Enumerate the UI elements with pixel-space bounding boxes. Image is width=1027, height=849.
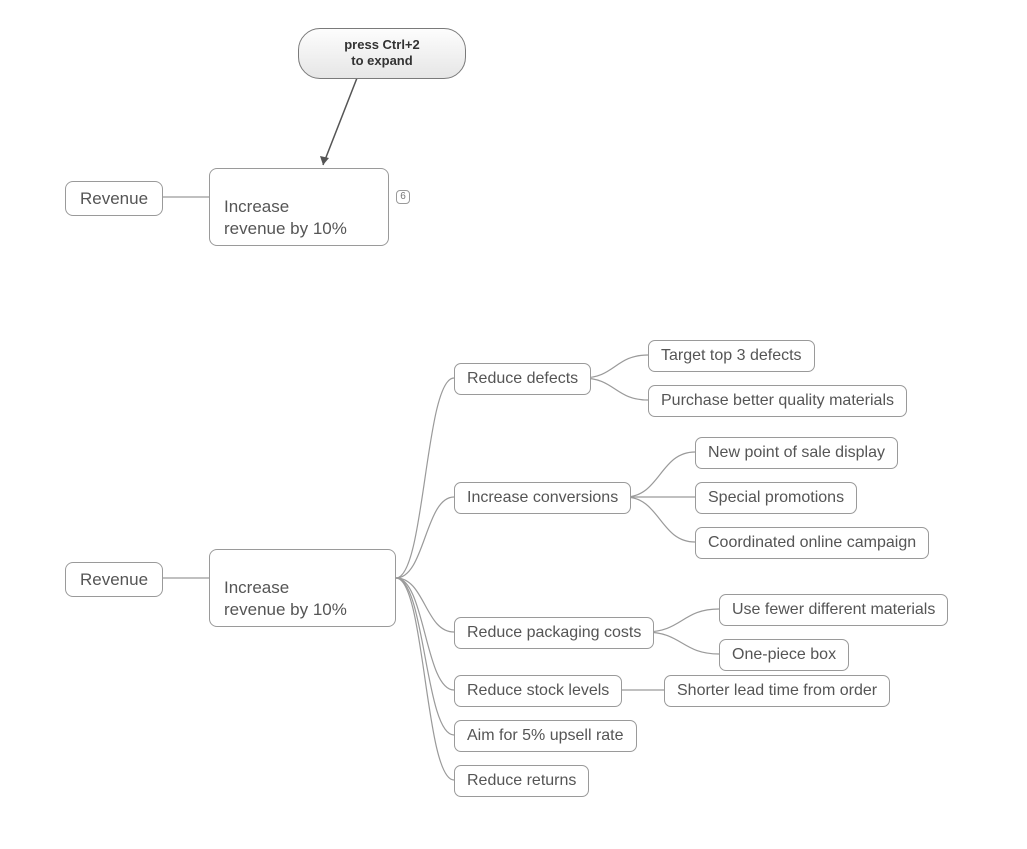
node-fewer-materials[interactable]: Use fewer different materials (719, 594, 948, 626)
node-increase-conversions[interactable]: Increase conversions (454, 482, 631, 514)
node-reduce-packaging[interactable]: Reduce packaging costs (454, 617, 654, 649)
node-revenue-bottom[interactable]: Revenue (65, 562, 163, 597)
node-label: Reduce stock levels (467, 682, 609, 699)
tooltip-expand: press Ctrl+2 to expand (298, 28, 466, 79)
node-one-piece-box[interactable]: One-piece box (719, 639, 849, 671)
node-label: Increase conversions (467, 489, 618, 506)
node-label: One-piece box (732, 646, 836, 663)
node-label: Use fewer different materials (732, 601, 935, 618)
diagram-canvas: { "tooltip": {"line1": "press Ctrl+2", "… (0, 0, 1027, 849)
node-better-materials[interactable]: Purchase better quality materials (648, 385, 907, 417)
node-reduce-stock[interactable]: Reduce stock levels (454, 675, 622, 707)
node-special-promotions[interactable]: Special promotions (695, 482, 857, 514)
node-label: Purchase better quality materials (661, 392, 894, 409)
node-label: Revenue (80, 570, 148, 589)
node-increase-revenue-bottom[interactable]: Increase revenue by 10% (209, 549, 396, 627)
child-count-badge[interactable]: 6 (396, 190, 410, 204)
tooltip-line1: press Ctrl+2 (344, 37, 420, 52)
node-increase-revenue-top[interactable]: Increase revenue by 10% (209, 168, 389, 246)
node-label: Target top 3 defects (661, 347, 802, 364)
node-label: Increase revenue by 10% (224, 578, 347, 618)
node-label: Reduce returns (467, 772, 576, 789)
node-upsell-rate[interactable]: Aim for 5% upsell rate (454, 720, 637, 752)
badge-value: 6 (400, 191, 406, 202)
node-label: Reduce defects (467, 370, 578, 387)
node-shorter-lead-time[interactable]: Shorter lead time from order (664, 675, 890, 707)
node-reduce-returns[interactable]: Reduce returns (454, 765, 589, 797)
node-revenue-top[interactable]: Revenue (65, 181, 163, 216)
node-label: Increase revenue by 10% (224, 197, 347, 237)
node-reduce-defects[interactable]: Reduce defects (454, 363, 591, 395)
node-online-campaign[interactable]: Coordinated online campaign (695, 527, 929, 559)
node-label: Shorter lead time from order (677, 682, 877, 699)
node-target-top-3-defects[interactable]: Target top 3 defects (648, 340, 815, 372)
node-label: Coordinated online campaign (708, 534, 916, 551)
node-label: Special promotions (708, 489, 844, 506)
node-label: New point of sale display (708, 444, 885, 461)
node-label: Aim for 5% upsell rate (467, 727, 624, 744)
tooltip-line2: to expand (351, 53, 412, 68)
node-label: Reduce packaging costs (467, 624, 641, 641)
node-label: Revenue (80, 189, 148, 208)
node-pos-display[interactable]: New point of sale display (695, 437, 898, 469)
